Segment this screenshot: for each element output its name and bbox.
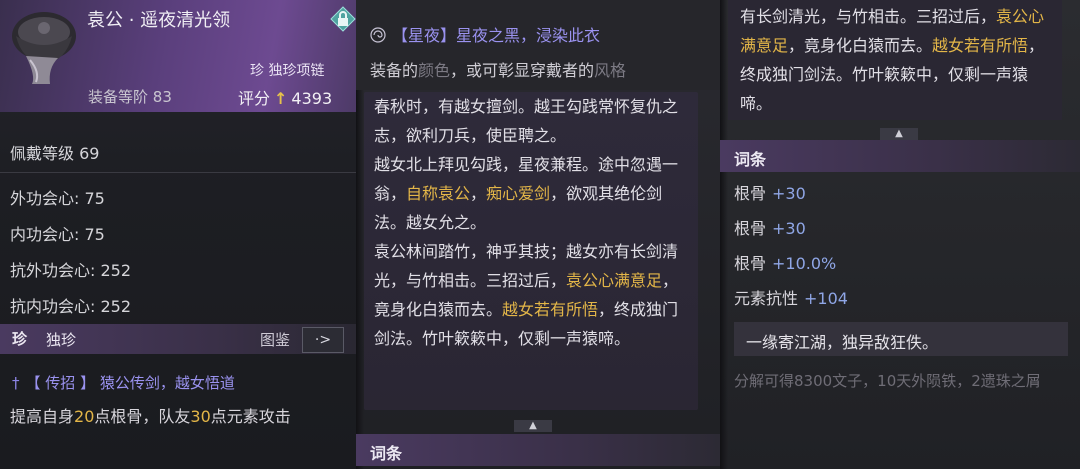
section-title: 词条 xyxy=(734,150,767,169)
stat-line: 抗内功会心: 252 xyxy=(10,297,132,316)
affix-line: 根骨 +10.0% xyxy=(734,250,836,274)
helmet-icon xyxy=(12,12,76,84)
appearance-line: 【星夜】星夜之黑，浸染此衣 xyxy=(370,22,600,46)
panel-edge xyxy=(720,0,728,469)
flavor-box: 一缘寄江湖，独异敌狂佚。 xyxy=(734,322,1068,356)
stat-line: 抗外功会心: 252 xyxy=(10,261,132,280)
item-name: 袁公 · 遥夜清光领 xyxy=(87,10,231,31)
lock-icon[interactable] xyxy=(330,6,356,32)
skill-bracket: 】 xyxy=(80,374,96,392)
flavor-text: 一缘寄江湖，独异敌狂佚。 xyxy=(746,333,939,352)
affix-section-header: 词条 xyxy=(720,140,1080,172)
item-header: 袁公 · 遥夜清光领 珍 独珍项链 装备等阶 83 评分 ↑ 4393 xyxy=(0,0,356,112)
desc-value: 20 xyxy=(74,407,95,426)
story-segment: ，竟身化白猿而去。 xyxy=(788,36,933,55)
scroll-up-icon[interactable]: ▲ xyxy=(514,420,552,432)
affix-value: +104 xyxy=(804,289,848,308)
affix-value: +30 xyxy=(772,184,806,203)
item-tooltip-panel: 袁公 · 遥夜清光领 珍 独珍项链 装备等阶 83 评分 ↑ 4393 佩戴等级 6… xyxy=(0,0,356,469)
atlas-button[interactable]: ·> xyxy=(302,327,344,353)
story-text: 有长剑清光，与竹相击。三招过后，袁公心满意足，竟身化白猿而去。越女若有所悟，终成… xyxy=(740,2,1058,118)
note-text: ，或可彰显穿戴者的 xyxy=(450,61,595,80)
affix-label: 根骨 xyxy=(734,254,767,273)
note-text: 装备的 xyxy=(370,61,419,80)
story-segment: 有长剑清光，与竹相击。三招过后， xyxy=(740,7,997,26)
note-text: 风格 xyxy=(594,61,627,80)
appearance-tag: 【星夜】 xyxy=(392,26,457,45)
skill-type: 传招 xyxy=(45,374,76,392)
scroll-up-icon[interactable]: ▲ xyxy=(880,128,918,140)
affix-label: 根骨 xyxy=(734,219,767,238)
stat-line: 内功会心: 75 xyxy=(10,225,105,244)
story-box[interactable]: 有长剑清光，与竹相击。三招过后，袁公心满意足，竟身化白猿而去。越女若有所悟，终成… xyxy=(728,0,1062,120)
score-up-icon: ↑ xyxy=(274,89,288,108)
decompose-info: 分解可得8300文子，10天外陨铁，2遗珠之屑 xyxy=(734,372,1041,390)
rarity-tag: 珍 独珍项链 xyxy=(250,63,325,79)
stat-line: 外功会心: 75 xyxy=(10,189,105,208)
score: 评分 ↑ 4393 xyxy=(238,85,332,109)
affix-line: 元素抗性 +104 xyxy=(734,285,848,309)
equip-level-value: 83 xyxy=(152,88,172,106)
desc-value: 30 xyxy=(190,407,211,426)
equip-note: 装备的颜色，或可彰显穿戴者的风格 xyxy=(370,57,626,81)
affix-value: +10.0% xyxy=(772,254,837,273)
appearance-section: 【星夜】星夜之黑，浸染此衣 装备的颜色，或可彰显穿戴者的风格 xyxy=(356,0,720,90)
affix-label: 根骨 xyxy=(734,184,767,203)
desc-text: 提高自身 xyxy=(10,407,75,426)
appearance-text: 星夜之黑，浸染此衣 xyxy=(456,26,601,45)
affix-label: 元素抗性 xyxy=(734,289,799,308)
story-segment: ， xyxy=(470,184,487,203)
story-highlight: 越女若有所悟 xyxy=(932,36,1029,55)
score-value: 4393 xyxy=(291,89,333,108)
rarity-badge: 珍 xyxy=(12,330,28,348)
section-title: 独珍 xyxy=(46,331,77,349)
item-story-panel: 【星夜】星夜之黑，浸染此衣 装备的颜色，或可彰显穿戴者的风格 春秋时，有越女擅剑… xyxy=(356,0,720,469)
skill-line: † 【 传招 】 猿公传剑，越女悟道 xyxy=(12,372,235,393)
note-text: 颜色 xyxy=(418,61,451,80)
desc-text: 点根骨，队友 xyxy=(94,407,191,426)
divider xyxy=(0,172,356,173)
skill-bracket: 【 xyxy=(25,374,41,392)
equip-level: 装备等阶 83 xyxy=(88,86,172,107)
score-label: 评分 xyxy=(238,89,271,108)
story-highlight: 痴心爱剑 xyxy=(486,184,551,203)
sword-icon: † xyxy=(12,374,20,392)
affix-value: +30 xyxy=(772,219,806,238)
story-segment: 春秋时，有越女擅剑。越王勾践常怀复仇之志，欲利刀兵，使臣聘之。 xyxy=(374,97,679,145)
item-affix-panel: 有长剑清光，与竹相击。三招过后，袁公心满意足，竟身化白猿而去。越女若有所悟，终成… xyxy=(720,0,1080,469)
unique-section-header: 珍 独珍 图鉴 ·> xyxy=(0,324,356,354)
affix-section-header: 词条 xyxy=(356,434,720,466)
story-highlight: 袁公心满意足 xyxy=(566,271,663,290)
story-highlight: 越女若有所悟 xyxy=(502,300,599,319)
section-title: 词条 xyxy=(370,444,403,463)
skill-description: 提高自身20点根骨，队友30点元素攻击 xyxy=(10,402,350,431)
desc-text: 点元素攻击 xyxy=(210,407,291,426)
story-text: 春秋时，有越女擅剑。越王勾践常怀复仇之志，欲利刀兵，使臣聘之。 越女北上拜见勾践… xyxy=(374,92,692,353)
wear-level: 佩戴等级 69 xyxy=(10,144,100,163)
swirl-icon xyxy=(370,27,386,43)
story-box[interactable]: 春秋时，有越女擅剑。越王勾践常怀复仇之志，欲利刀兵，使臣聘之。 越女北上拜见勾践… xyxy=(364,92,698,410)
story-highlight: 自称袁公 xyxy=(406,184,471,203)
affix-line: 根骨 +30 xyxy=(734,215,806,239)
atlas-label: 图鉴 xyxy=(260,331,291,349)
skill-name: 猿公传剑，越女悟道 xyxy=(99,374,235,392)
equip-level-label: 装备等阶 xyxy=(88,88,149,106)
affix-line: 根骨 +30 xyxy=(734,180,806,204)
